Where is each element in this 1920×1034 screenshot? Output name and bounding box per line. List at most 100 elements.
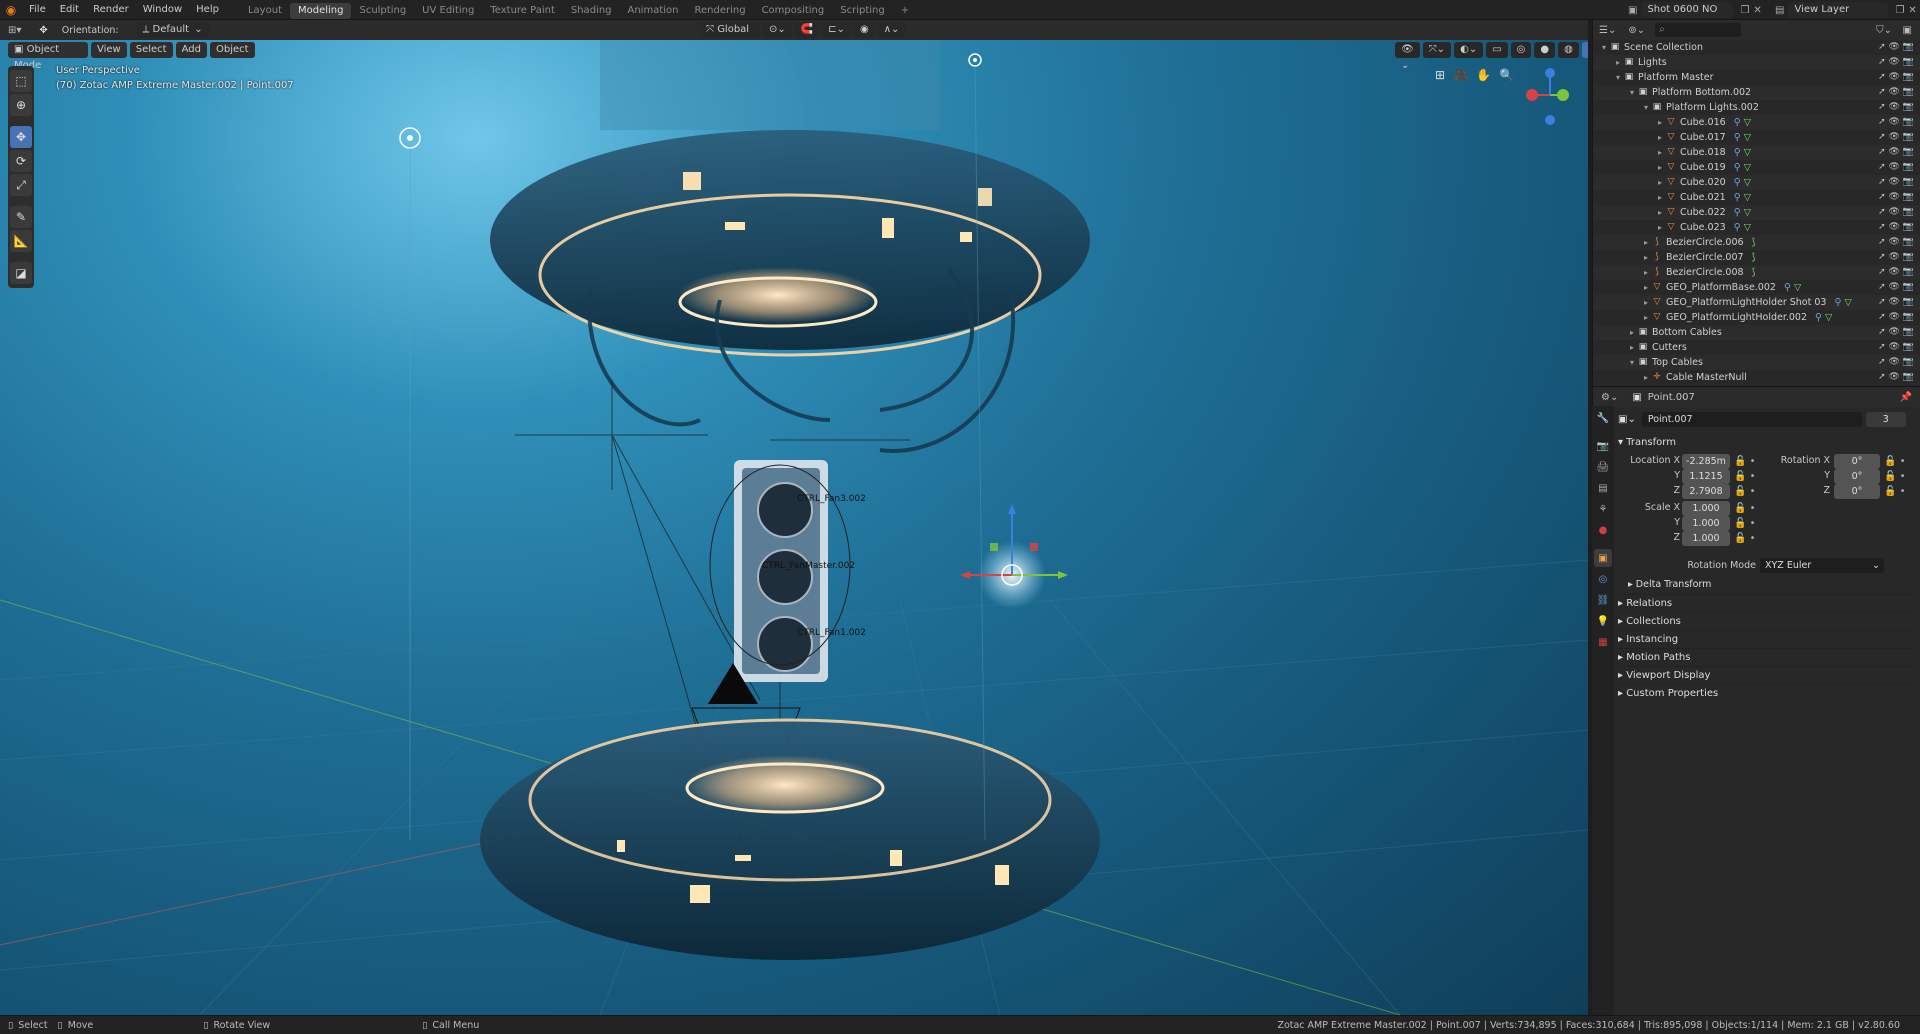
visibility-toggle-icons[interactable]: ➚ 👁 📷 xyxy=(1878,280,1914,295)
rotation-lock-icons[interactable]: 🔓 • 🔓 • 🔓 • xyxy=(1884,454,1906,499)
expand-closed-icon[interactable]: ▸ xyxy=(1641,235,1651,250)
visibility-toggle-icons[interactable]: ➚ 👁 📷 xyxy=(1878,160,1914,175)
visibility-icon[interactable]: 👁⌄ xyxy=(1395,42,1420,71)
outliner-search-input[interactable]: ⌕ xyxy=(1655,23,1742,37)
transform-orientation-dropdown[interactable]: ⤧ Global xyxy=(700,22,760,38)
location-y-field[interactable]: 1.1215 xyxy=(1682,469,1730,484)
datablock-name-field[interactable]: Point.007 xyxy=(1641,411,1862,427)
rotate-tool-icon[interactable]: ⟳ xyxy=(10,150,32,172)
visibility-toggle-icons[interactable]: ➚ 👁 📷 xyxy=(1878,295,1914,310)
tool-tab-icon[interactable]: 🔧 xyxy=(1594,409,1612,427)
gizmo-toggle-icon[interactable]: ⤧⌄ xyxy=(1422,42,1452,58)
outliner-row[interactable]: ▸ ▽ GEO_PlatformLightHolder.002 ⚲ ▽ ➚ 👁 📷 xyxy=(1593,310,1920,325)
add-cube-tool-icon[interactable]: ◪ xyxy=(10,262,32,284)
tab-animation[interactable]: Animation xyxy=(620,3,687,19)
pivot-point-dropdown[interactable]: ⊙⌄ xyxy=(763,22,792,38)
expand-closed-icon[interactable]: ▸ xyxy=(1613,55,1623,70)
location-z-field[interactable]: 2.7908 xyxy=(1682,484,1730,499)
expand-closed-icon[interactable]: ▸ xyxy=(1655,130,1665,145)
tab-uv-editing[interactable]: UV Editing xyxy=(414,3,482,19)
rotation-x-field[interactable]: 0° xyxy=(1834,454,1880,469)
expand-closed-icon[interactable]: ▸ xyxy=(1641,310,1651,325)
shading-solid-icon[interactable]: ● xyxy=(1534,42,1556,58)
toggle-camera-view-icon[interactable]: ⊞ xyxy=(1435,68,1445,82)
outliner-row[interactable]: ▸ ▣ Lights ➚ 👁 📷 xyxy=(1593,55,1920,70)
delta-transform-header[interactable]: ▸ Delta Transform xyxy=(1628,576,1711,594)
outliner-row[interactable]: ▾ ▣ Top Cables ➚ 👁 📷 xyxy=(1593,355,1920,370)
object-tab-icon[interactable]: ▣ xyxy=(1594,549,1612,567)
scene-name-field[interactable]: Shot 0600 NO WF xyxy=(1641,2,1734,31)
editor-type-icon[interactable]: ⊞▾ xyxy=(8,25,21,36)
visibility-toggle-icons[interactable]: ➚ 👁 📷 xyxy=(1878,115,1914,130)
navigation-gizmo[interactable] xyxy=(1526,68,1569,125)
menu-add[interactable]: Add xyxy=(175,42,207,58)
rotation-mode-dropdown[interactable]: XYZ Euler ⌄ xyxy=(1760,558,1884,573)
scale-z-field[interactable]: 1.000 xyxy=(1682,531,1730,546)
outliner-row[interactable]: ▸ ▽ Cube.022 ⚲ ▽ ➚ 👁 📷 xyxy=(1593,205,1920,220)
outliner-row[interactable]: ▸ ▽ GEO_PlatformLightHolder Shot 03 ⚲ ▽ ➚ 👁 … xyxy=(1593,295,1920,310)
menu-object[interactable]: Object xyxy=(209,42,255,58)
scale-lock-icons[interactable]: 🔓 • 🔓 • 🔓 • xyxy=(1734,501,1756,546)
panel-collections[interactable]: ▸ Collections xyxy=(1618,612,1914,630)
zoom-icon[interactable]: 🔍 xyxy=(1499,68,1514,82)
close-layer-icon[interactable]: ✕ xyxy=(1908,5,1916,16)
visibility-toggle-icons[interactable]: ➚ 👁 📷 xyxy=(1878,370,1914,385)
properties-editor-icon[interactable]: ⚙⌄ xyxy=(1601,392,1618,403)
outliner-row[interactable]: ▸ ▽ Cube.019 ⚲ ▽ ➚ 👁 📷 xyxy=(1593,160,1920,175)
expand-closed-icon[interactable]: ▸ xyxy=(1655,205,1665,220)
visibility-toggle-icons[interactable]: ➚ 👁 📷 xyxy=(1878,40,1914,55)
texture-tab-icon[interactable]: ▦ xyxy=(1594,633,1612,651)
visibility-toggle-icons[interactable]: ➚ 👁 📷 xyxy=(1878,130,1914,145)
output-tab-icon[interactable]: 🖨 xyxy=(1594,458,1612,476)
rotation-y-field[interactable]: 0° xyxy=(1834,469,1880,484)
scale-y-field[interactable]: 1.000 xyxy=(1682,516,1730,531)
tab-layout[interactable]: Layout xyxy=(240,3,290,19)
expand-open-icon[interactable]: ▾ xyxy=(1627,85,1637,100)
tab-modeling[interactable]: Modeling xyxy=(289,2,352,19)
expand-open-icon[interactable]: ▾ xyxy=(1641,100,1651,115)
orientation-dropdown[interactable]: ⟂ Default ⌄ xyxy=(136,22,209,38)
transform-panel-header[interactable]: ▾ Transform xyxy=(1618,434,1914,452)
location-x-field[interactable]: -2.285m xyxy=(1682,454,1730,469)
display-mode-icon[interactable]: ⊚⌄ xyxy=(1628,25,1645,36)
panel-relations[interactable]: ▸ Relations xyxy=(1618,594,1914,612)
outliner-row[interactable]: ▸ ▽ Cube.020 ⚲ ▽ ➚ 👁 📷 xyxy=(1593,175,1920,190)
filter-icon[interactable]: ⛉⌄ xyxy=(1876,25,1892,36)
tab-rendering[interactable]: Rendering xyxy=(686,3,753,19)
panel-motion-paths[interactable]: ▸ Motion Paths xyxy=(1618,648,1914,666)
outliner-row[interactable]: ▸ ▽ Cube.016 ⚲ ▽ ➚ 👁 📷 xyxy=(1593,115,1920,130)
cursor-tool-icon[interactable]: ⊕ xyxy=(10,94,32,116)
expand-open-icon[interactable]: ▾ xyxy=(1627,355,1637,370)
visibility-toggle-icons[interactable]: ➚ 👁 📷 xyxy=(1878,220,1914,235)
view-layer-field[interactable]: View Layer xyxy=(1788,2,1889,18)
pin-icon[interactable]: 📌 xyxy=(1900,392,1912,403)
panel-viewport-display[interactable]: ▸ Viewport Display xyxy=(1618,666,1914,684)
tab-shading[interactable]: Shading xyxy=(563,3,620,19)
visibility-toggle-icons[interactable]: ➚ 👁 📷 xyxy=(1878,145,1914,160)
render-tab-icon[interactable]: 📷 xyxy=(1594,437,1612,455)
outliner-row[interactable]: ▸ ▽ Cube.017 ⚲ ▽ ➚ 👁 📷 xyxy=(1593,130,1920,145)
visibility-toggle-icons[interactable]: ➚ 👁 📷 xyxy=(1878,250,1914,265)
constraints-tab-icon[interactable]: ⛓ xyxy=(1594,591,1612,609)
visibility-toggle-icons[interactable]: ➚ 👁 📷 xyxy=(1878,190,1914,205)
menu-select[interactable]: Select xyxy=(129,42,173,58)
copy-layer-icon[interactable]: ❐ xyxy=(1895,5,1904,16)
user-count-field[interactable]: 3 xyxy=(1865,411,1906,427)
menu-edit[interactable]: Edit xyxy=(53,0,86,20)
data-tab-icon[interactable]: 💡 xyxy=(1594,612,1612,630)
outliner-row[interactable]: ▸ ▣ Bottom Cables ➚ 👁 📷 xyxy=(1593,325,1920,340)
outliner-row[interactable]: ▾ ▣ Platform Bottom.002 ➚ 👁 📷 xyxy=(1593,85,1920,100)
outliner-row[interactable]: ▸ ▽ Cube.018 ⚲ ▽ ➚ 👁 📷 xyxy=(1593,145,1920,160)
outliner-row[interactable]: ▾ ▣ Platform Lights.002 ➚ 👁 📷 xyxy=(1593,100,1920,115)
menu-file[interactable]: File xyxy=(22,0,53,20)
scale-x-field[interactable]: 1.000 xyxy=(1682,501,1730,516)
outliner-row[interactable]: ▸ ▽ GEO_PlatformBase.002 ⚲ ▽ ➚ 👁 📷 xyxy=(1593,280,1920,295)
expand-closed-icon[interactable]: ▸ xyxy=(1655,145,1665,160)
visibility-toggle-icons[interactable]: ➚ 👁 📷 xyxy=(1878,310,1914,325)
shading-material-icon[interactable]: ◍ xyxy=(1558,42,1579,58)
visibility-toggle-icons[interactable]: ➚ 👁 📷 xyxy=(1878,70,1914,85)
expand-closed-icon[interactable]: ▸ xyxy=(1641,370,1651,385)
snap-toggle[interactable]: 🧲 xyxy=(794,22,820,38)
expand-open-icon[interactable]: ▾ xyxy=(1599,40,1609,55)
expand-closed-icon[interactable]: ▸ xyxy=(1655,160,1665,175)
